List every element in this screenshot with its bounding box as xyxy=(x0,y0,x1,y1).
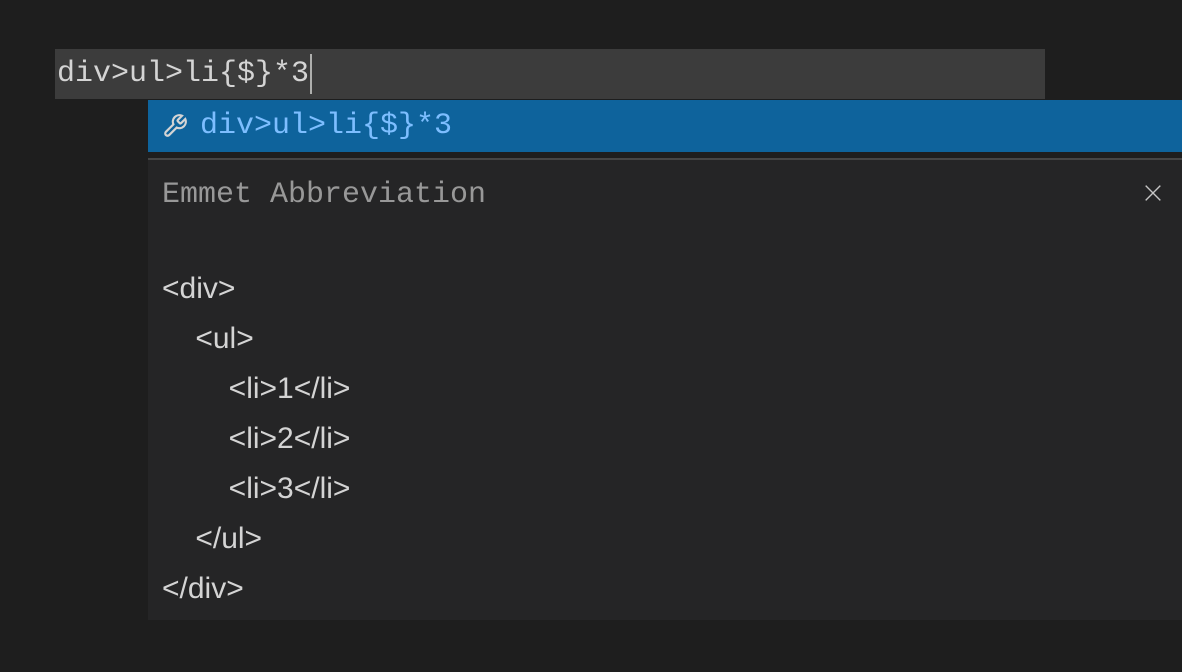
editor-input-text: div>ul>li{$}*3 xyxy=(57,57,309,91)
documentation-title: Emmet Abbreviation xyxy=(162,178,486,212)
text-cursor xyxy=(310,54,312,94)
documentation-panel: Emmet Abbreviation <div> <ul> <li>1</li>… xyxy=(148,158,1182,620)
close-icon[interactable] xyxy=(1142,182,1164,204)
wrench-icon xyxy=(162,113,188,139)
suggestion-item[interactable]: div>ul>li{$}*3 xyxy=(148,100,1182,152)
documentation-content: <div> <ul> <li>1</li> <li>2</li> <li>3</… xyxy=(148,212,1182,628)
documentation-header: Emmet Abbreviation xyxy=(148,160,1182,212)
suggestion-text: div>ul>li{$}*3 xyxy=(200,109,452,143)
editor-input[interactable]: div>ul>li{$}*3 xyxy=(55,49,1045,99)
